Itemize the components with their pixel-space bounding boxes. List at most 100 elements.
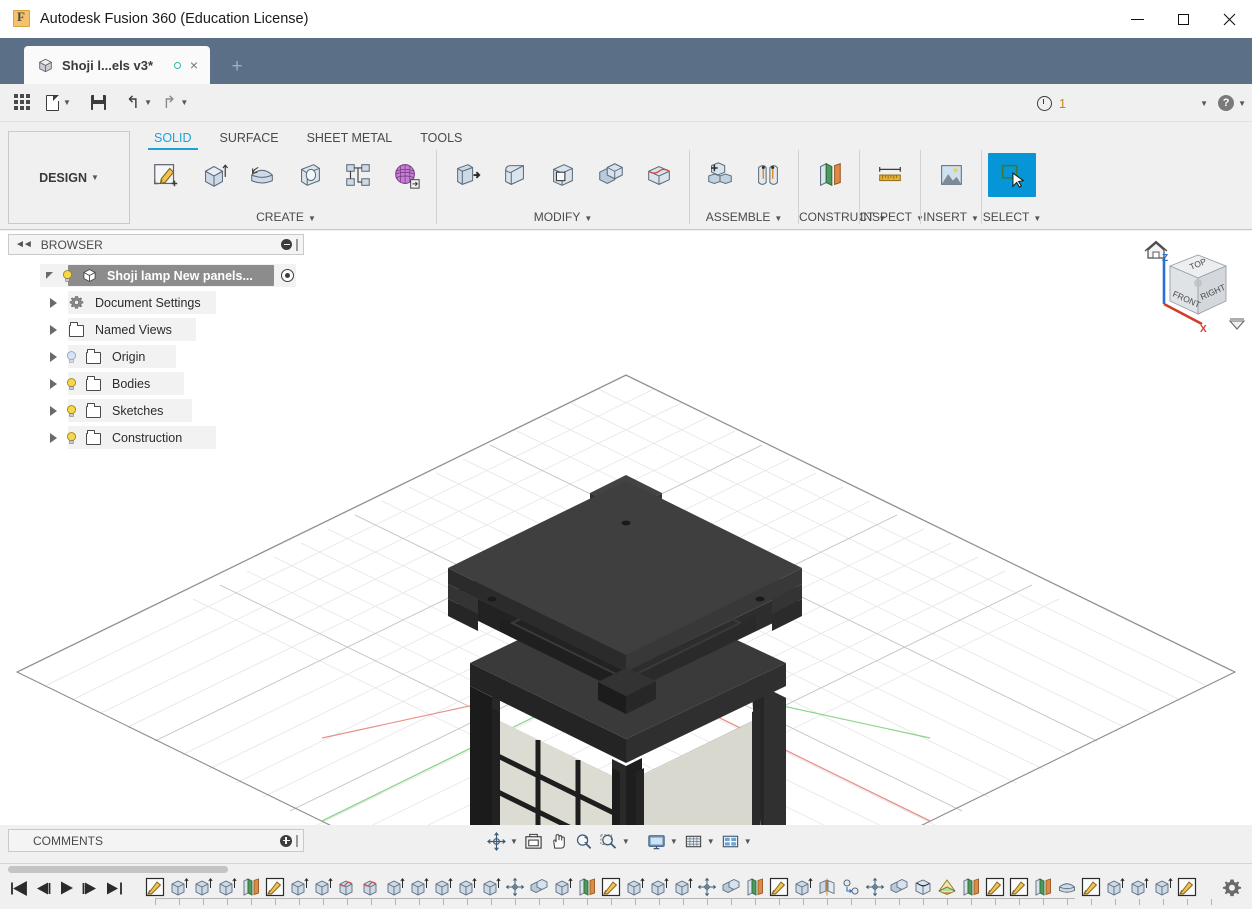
orbit-button[interactable]: ▼ <box>484 828 521 854</box>
tree-node-construction[interactable]: Construction <box>8 424 304 451</box>
timeline-feature-copy[interactable] <box>839 874 863 900</box>
visibility-bulb-icon[interactable] <box>65 377 78 391</box>
visibility-bulb-icon[interactable] <box>61 269 74 283</box>
grid-snaps-button[interactable]: ▼ <box>681 828 718 854</box>
panel-title-modify[interactable]: MODIFY ▼ <box>437 210 689 224</box>
timeline-feature-mirror[interactable] <box>815 874 839 900</box>
shoji-lamp-model[interactable] <box>448 475 802 825</box>
maximize-button[interactable] <box>1160 0 1206 38</box>
tab-sheet-metal[interactable]: SHEET METAL <box>293 126 407 150</box>
timeline-feature-sketch[interactable] <box>767 874 791 900</box>
display-settings-button[interactable]: ▼ <box>644 828 681 854</box>
help-button[interactable]: ? ▼ <box>1213 84 1252 122</box>
panel-grip[interactable] <box>296 238 298 251</box>
expand-arrow-icon[interactable] <box>50 432 57 443</box>
step-back-button[interactable] <box>30 876 54 900</box>
revolve-button[interactable] <box>238 153 286 197</box>
press-pull-button[interactable] <box>443 153 491 197</box>
timeline-feature-extrude[interactable] <box>647 874 671 900</box>
tab-tools[interactable]: TOOLS <box>406 126 476 150</box>
visibility-bulb-icon[interactable] <box>65 404 78 418</box>
pattern-button[interactable] <box>334 153 382 197</box>
tab-solid[interactable]: SOLID <box>140 126 206 150</box>
timeline-settings-button[interactable] <box>1222 878 1242 898</box>
timeline-feature-extrude[interactable] <box>455 874 479 900</box>
panel-title-assemble[interactable]: ASSEMBLE ▼ <box>690 210 798 224</box>
hole-button[interactable] <box>286 153 334 197</box>
panel-title-create[interactable]: CREATE ▼ <box>136 210 436 224</box>
viewcube-menu-icon[interactable] <box>1228 318 1246 330</box>
tree-node-sketches[interactable]: Sketches <box>8 397 304 424</box>
zoom-button[interactable] <box>571 828 596 854</box>
visibility-bulb-icon[interactable] <box>65 431 78 445</box>
fillet-button[interactable] <box>491 153 539 197</box>
tree-node-origin[interactable]: Origin <box>8 343 304 370</box>
timeline-feature-extrude[interactable] <box>215 874 239 900</box>
app-grid-icon[interactable] <box>14 94 31 111</box>
expand-arrow-icon[interactable] <box>50 297 57 308</box>
step-forward-button[interactable] <box>78 876 102 900</box>
panel-title-construct[interactable]: CONSTRUCT ▼ <box>799 210 886 224</box>
tab-surface[interactable]: SURFACE <box>206 126 293 150</box>
collapse-icon[interactable]: ◄◄ <box>15 239 33 250</box>
document-tab[interactable]: Shoji l...els v3* × <box>24 46 210 84</box>
close-tab-icon[interactable]: × <box>190 57 198 73</box>
shell-button[interactable] <box>539 153 587 197</box>
timeline-feature-extrude[interactable] <box>167 874 191 900</box>
fit-button[interactable]: ▼ <box>596 828 633 854</box>
timeline-feature-extrude[interactable] <box>407 874 431 900</box>
timeline-feature-move[interactable] <box>503 874 527 900</box>
timeline-feature-revolve[interactable] <box>1055 874 1079 900</box>
timeline-feature-extrude[interactable] <box>671 874 695 900</box>
timeline-feature-extrude[interactable] <box>1151 874 1175 900</box>
timeline-feature-combine[interactable] <box>719 874 743 900</box>
timeline-feature-sketch[interactable] <box>983 874 1007 900</box>
pan-button[interactable] <box>546 828 571 854</box>
extrude-button[interactable] <box>190 153 238 197</box>
job-status-button[interactable]: 1 <box>1032 84 1071 122</box>
timeline-feature-plane[interactable] <box>575 874 599 900</box>
timeline-feature-sketch[interactable] <box>263 874 287 900</box>
timeline-feature-fillet[interactable] <box>335 874 359 900</box>
measure-button[interactable] <box>866 153 914 197</box>
redo-button[interactable]: ↱ ▼ <box>157 84 193 122</box>
cube-faces[interactable]: TOP FRONT RIGHT <box>1168 254 1228 315</box>
panel-title-select[interactable]: SELECT ▼ <box>982 210 1042 224</box>
activate-component-radio[interactable] <box>281 269 294 282</box>
timeline-scrollbar[interactable] <box>8 866 228 873</box>
minimize-panel-icon[interactable] <box>281 239 292 250</box>
timeline-feature-extrude[interactable] <box>791 874 815 900</box>
joint-button[interactable] <box>744 153 792 197</box>
close-button[interactable] <box>1206 0 1252 38</box>
select-button[interactable] <box>988 153 1036 197</box>
expand-arrow-icon[interactable] <box>50 351 57 362</box>
timeline-feature-extrude[interactable] <box>287 874 311 900</box>
go-to-beginning-button[interactable] <box>6 876 30 900</box>
timeline-feature-move[interactable] <box>695 874 719 900</box>
timeline-feature-plane[interactable] <box>1031 874 1055 900</box>
timeline-feature-extrude[interactable] <box>191 874 215 900</box>
offset-plane-button[interactable] <box>805 153 853 197</box>
expand-arrow-icon[interactable] <box>50 378 57 389</box>
minimize-button[interactable] <box>1114 0 1160 38</box>
timeline-feature-move[interactable] <box>863 874 887 900</box>
expand-arrow-icon[interactable] <box>46 272 53 279</box>
tree-node-bodies[interactable]: Bodies <box>8 370 304 397</box>
timeline-feature-plane[interactable] <box>239 874 263 900</box>
create-sketch-button[interactable] <box>142 153 190 197</box>
timeline-feature-plane[interactable] <box>743 874 767 900</box>
panel-title-insert[interactable]: INSERT ▼ <box>921 210 981 224</box>
timeline-feature-appearance[interactable] <box>935 874 959 900</box>
timeline-feature-shell[interactable] <box>911 874 935 900</box>
play-button[interactable] <box>54 876 78 900</box>
split-face-button[interactable] <box>635 153 683 197</box>
workspace-selector[interactable]: DESIGN ▼ <box>8 131 130 224</box>
timeline-feature-extrude[interactable] <box>383 874 407 900</box>
viewports-button[interactable]: ▼ <box>718 828 755 854</box>
comments-panel[interactable]: COMMENTS <box>8 829 304 852</box>
timeline-feature-sketch[interactable] <box>1007 874 1031 900</box>
timeline-feature-sketch[interactable] <box>1079 874 1103 900</box>
timeline-feature-extrude[interactable] <box>431 874 455 900</box>
timeline-feature-extrude[interactable] <box>551 874 575 900</box>
timeline-feature-extrude[interactable] <box>311 874 335 900</box>
